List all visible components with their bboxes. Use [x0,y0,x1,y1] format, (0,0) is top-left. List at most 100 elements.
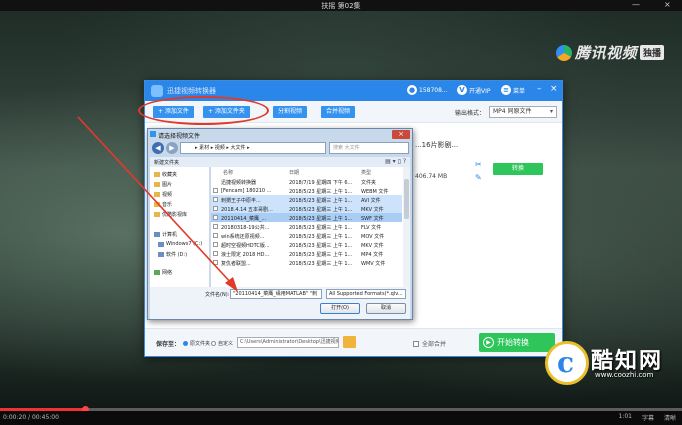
row-checkbox[interactable] [213,260,218,265]
tree-label: 图片 [162,182,173,188]
user-account[interactable]: ● 158708... [407,85,448,95]
start-convert-button[interactable]: ▶ 开始转换 [479,333,555,352]
radio-custom-folder[interactable]: 自定义 [211,340,233,347]
file-row-type: MP4 文件 [361,252,384,258]
tree-label: Windows7 (C:) [166,241,203,247]
tree-item-drive-c[interactable]: Windows7 (C:) [158,241,202,247]
player-minimize-button[interactable]: — [632,0,640,10]
merge-all-checkbox[interactable]: 全部合并 [413,339,446,348]
tree-label: 网络 [162,270,173,276]
file-row-type: SWF 文件 [361,216,384,222]
filename-input[interactable]: "20110414_菜鹰_缘用MATLAB" "刺 [230,289,322,299]
control-item[interactable]: 清晰 [664,413,676,422]
radio-custom-label: 自定义 [218,341,234,347]
row-checkbox[interactable] [213,215,218,220]
app-minimize-button[interactable]: – [537,84,542,94]
row-checkbox[interactable] [213,206,218,211]
file-row-selected[interactable]: 刺猬王子中原丰... 2018/5/23 星期三 上午 1... AVI 文件 [211,195,402,204]
file-row-selected[interactable]: 2018.4.14 五本哥剧... 2018/5/23 星期三 上午 1... MK… [211,204,402,213]
tree-item-videos[interactable]: 视频 [154,191,172,198]
filetype-select[interactable]: All Supported Formats(*.qlv... [326,289,406,299]
row-checkbox[interactable] [213,197,218,202]
file-row[interactable]: [Fencam] 180210 ... 2018/5/23 星期三 上午 1...… [211,186,402,195]
file-row-date: 2018/5/23 星期三 上午 1... [289,243,353,249]
coozhi-watermark: c 酷知网 www.coozhi.com [545,337,663,399]
merge-video-button[interactable]: 合并视频 [321,106,356,118]
tree-item-computer[interactable]: 计算机 [154,231,177,238]
tree-item-network[interactable]: 网络 [154,269,172,276]
split-video-button[interactable]: 分割视频 [273,106,308,118]
forward-arrow-icon[interactable]: ▶ [166,142,178,154]
search-input[interactable]: 搜索 大文件 [329,142,409,154]
tree-item-favorites[interactable]: 收藏夹 [154,171,177,178]
edit-icon[interactable]: ✎ [475,173,482,182]
app-logo-icon [151,85,163,97]
dialog-command-bar: 新建文件夹 ▤ ▾ ▯ ? [150,157,410,167]
row-checkbox[interactable] [213,251,218,256]
column-header-name[interactable]: 名称 [223,169,233,176]
file-row-date: 2018/5/23 星期三 上午 1... [289,252,353,258]
tree-item-youku[interactable]: 优酷影视库 [154,211,187,218]
tree-item-music[interactable]: 音乐 [154,201,172,208]
radio-original-folder[interactable]: 原文件夹 [183,340,210,347]
row-checkbox[interactable] [213,224,218,229]
vip-button[interactable]: V 开通VIP [457,85,491,95]
menu-label: 菜单 [513,87,526,95]
row-checkbox[interactable] [213,242,218,247]
file-row-type: FLV 文件 [361,225,382,231]
file-row-name: 浪士限定 2018 HD... [221,252,270,258]
row-checkbox[interactable] [213,188,218,193]
save-path-input[interactable]: C:\Users\Administrator\Desktop\迅捷视频转换器 [237,337,339,348]
control-item[interactable]: 字幕 [642,413,654,422]
drive-icon [158,252,164,257]
chevron-down-icon: ▾ [549,108,553,115]
file-row-date: 2018/5/23 星期三 上午 1... [289,207,353,213]
save-to-label: 保存至： [156,341,181,348]
scrollbar-thumb[interactable] [404,179,409,219]
user-icon: ● [407,85,417,95]
column-header-date[interactable]: 日期 [289,169,299,176]
filename-label: 文件名(N): [205,292,230,298]
file-row-selected[interactable]: 20110414_菜鹰_... 2018/5/23 星期三 上午 1... SWF … [211,213,402,222]
dialog-navbar: ◀ ▶ ▸ 素材 ▸ 视频 ▸ 大文件 ▸ 搜索 大文件 [150,141,410,155]
new-folder-button[interactable]: 新建文件夹 [154,159,179,166]
file-row[interactable]: win系统还原视频... 2018/5/23 星期三 上午 1... MOV 文件 [211,231,402,240]
file-row[interactable]: 20180318-19公共... 2018/5/23 星期三 上午 1... FLV… [211,222,402,231]
tree-label: 音乐 [162,202,173,208]
tencent-play-icon [556,44,572,61]
tree-item-drive-d[interactable]: 软件 (D:) [158,251,187,258]
control-item[interactable]: 1:01 [618,413,631,422]
file-row-date: 2018/5/23 星期三 上午 1... [289,198,353,204]
view-options-icon[interactable]: ▤ ▾ ▯ ? [385,158,406,165]
watermark-url: www.coozhi.com [595,371,654,379]
merge-all-label: 全部合并 [422,341,447,348]
folder-icon[interactable] [343,336,356,348]
file-row-date: 2018/7/19 星期四 下午 6... [289,180,353,186]
file-row[interactable]: 超时空视频HDTC版... 2018/5/23 星期三 上午 1... MKV 文件 [211,240,402,249]
file-row[interactable]: 迅捷视频转换器 2018/7/19 星期四 下午 6... 文件夹 [211,177,402,186]
file-row[interactable]: 浪士限定 2018 HD... 2018/5/23 星期三 上午 1... MP4 … [211,249,402,258]
app-close-button[interactable]: × [550,84,558,94]
column-header-type[interactable]: 类型 [361,169,371,176]
convert-file-button[interactable]: 转换 [493,163,543,175]
scissors-icon[interactable]: ✂ [475,160,482,169]
output-format-select[interactable]: MP4 同原文件 ▾ [489,106,557,118]
folder-icon [154,192,160,197]
back-arrow-icon[interactable]: ◀ [152,142,164,154]
address-bar[interactable]: ▸ 素材 ▸ 视频 ▸ 大文件 ▸ [180,142,326,154]
player-close-button[interactable]: × [664,0,671,10]
tree-item-pictures[interactable]: 图片 [154,181,172,188]
tree-label: 收藏夹 [162,172,178,178]
menu-button[interactable]: ≡ 菜单 [501,85,525,95]
file-list-scrollbar[interactable] [403,167,410,287]
dialog-close-button[interactable]: × [392,130,410,139]
file-row-name: win系统还原视频... [221,234,265,240]
file-row-type: MKV 文件 [361,207,384,213]
cancel-button[interactable]: 取消 [366,303,406,314]
output-format-label: 输出格式： [455,110,486,117]
open-button[interactable]: 打开(O) [320,303,360,314]
file-row-date: 2018/5/23 星期三 上午 1... [289,261,353,267]
row-checkbox[interactable] [213,233,218,238]
player-controlbar: 0:00:20 / 00:45:00 1:01 字幕 清晰 [0,411,682,425]
file-row[interactable]: 复仇者联盟... 2018/5/23 星期三 上午 1... WMV 文件 [211,258,402,267]
